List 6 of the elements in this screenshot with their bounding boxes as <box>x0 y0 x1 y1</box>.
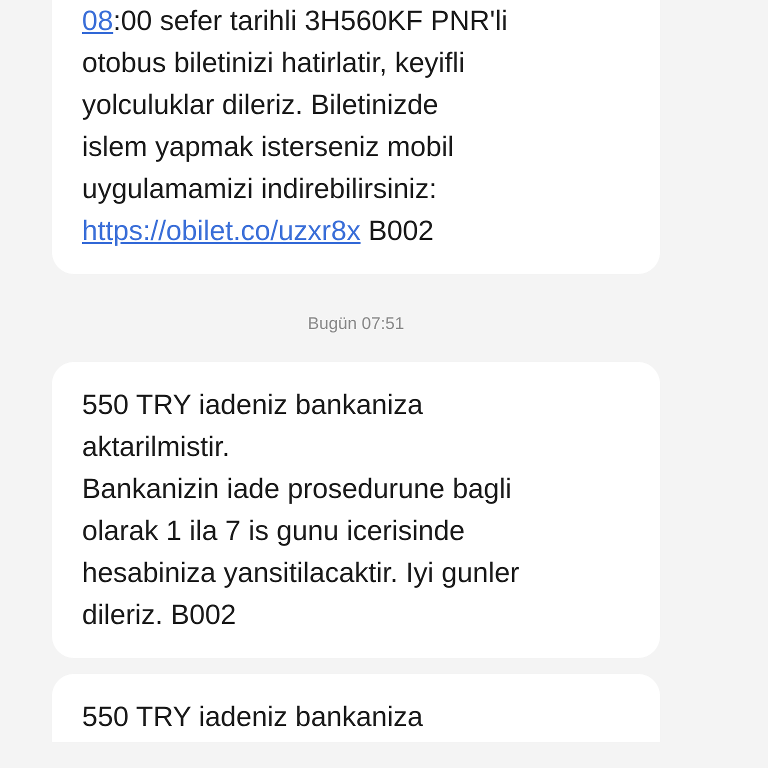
message-text: 550 TRY iadeniz bankaniza aktarilmistir. Bankanizin iade prosedurune bagli olarak 1 ila 7 is gunu icerisinde hesabiniza yansitilacaktir. Iyi gunler dileriz. B002 <box>82 388 520 632</box>
message-text: 08:00 sefer tarihli 3H560KF PNR'li otobus biletinizi hatirlatir, keyifli yolculuklar dileriz. Biletinizde islem yapmak isterseniz mobil uygulamamizi indirebilirsiniz: https://obilet.co/uzxr8x B002 <box>82 4 509 248</box>
message-text: 550 TRY iadeniz bankaniza <box>82 700 424 734</box>
message-link[interactable]: https://obilet.co/uzxr8x <box>82 215 361 246</box>
message-timestamp: Bugün 07:51 <box>308 314 404 334</box>
message-link[interactable]: 08 <box>82 5 114 36</box>
